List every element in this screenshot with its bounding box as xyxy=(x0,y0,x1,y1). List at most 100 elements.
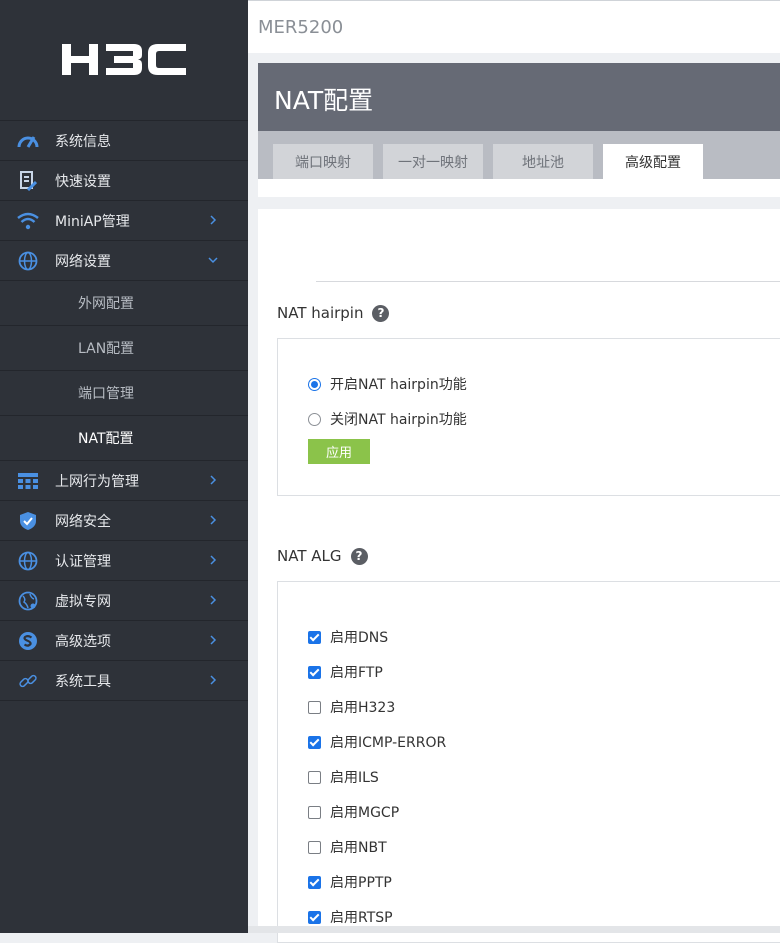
alg-icmp-error-checkbox[interactable]: 启用ICMP-ERROR xyxy=(308,732,446,752)
sidebar-subitem-wan-config[interactable]: 外网配置 xyxy=(0,280,248,325)
alg-panel: 启用DNS 启用FTP 启用H323 启用ICMP-ERROR 启用ILS 启用… xyxy=(277,581,780,943)
globe-auth-icon xyxy=(17,550,39,572)
tab-port-mapping[interactable]: 端口映射 xyxy=(273,144,373,179)
top-bar: MER5200 xyxy=(248,0,780,53)
sidebar-item-behavior-management[interactable]: 上网行为管理 xyxy=(0,460,248,500)
sidebar-item-label: 网络设置 xyxy=(55,253,111,270)
sidebar-item-label: 认证管理 xyxy=(55,553,111,570)
shield-icon xyxy=(17,510,39,532)
alg-dns-checkbox[interactable]: 启用DNS xyxy=(308,627,388,647)
sidebar-item-label: 高级选项 xyxy=(55,633,111,650)
checkbox-label: 启用DNS xyxy=(330,630,389,646)
alg-h323-checkbox[interactable]: 启用H323 xyxy=(308,697,395,717)
sidebar-item-system-info[interactable]: 系统信息 xyxy=(0,120,248,160)
sidebar-subitem-nat-config[interactable]: NAT配置 xyxy=(0,415,248,460)
radio-label: 开启NAT hairpin功能 xyxy=(330,377,467,393)
sidebar-item-label: 网络安全 xyxy=(55,513,111,530)
main-content: NAT hairpin ? 开启NAT hairpin功能 关闭NAT hair… xyxy=(258,209,780,943)
h3c-logo[interactable] xyxy=(0,0,248,120)
advanced-s-icon xyxy=(17,630,39,652)
sidebar-item-label: MiniAP管理 xyxy=(55,213,130,230)
checkbox-label: 启用H323 xyxy=(330,700,396,716)
radio-label: 关闭NAT hairpin功能 xyxy=(330,412,467,428)
checkbox[interactable] xyxy=(308,735,321,749)
tab-advanced-config[interactable]: 高级配置 xyxy=(603,144,703,179)
checkbox-label: 启用FTP xyxy=(330,665,383,681)
checkbox[interactable] xyxy=(308,700,321,714)
sidebar-item-label: 上网行为管理 xyxy=(55,473,139,490)
sidebar-item-quick-setup[interactable]: 快速设置 xyxy=(0,160,248,200)
sidebar-item-auth-management[interactable]: 认证管理 xyxy=(0,540,248,580)
sidebar-subitem-label: 外网配置 xyxy=(78,296,134,312)
tab-label: 高级配置 xyxy=(625,154,681,171)
sidebar-item-miniap[interactable]: MiniAP管理 xyxy=(0,200,248,240)
horizontal-scrollbar[interactable] xyxy=(248,926,780,933)
sidebar-item-network-settings[interactable]: 网络设置 xyxy=(0,240,248,280)
sidebar-item-vpn[interactable]: 虚拟专网 xyxy=(0,580,248,620)
quick-setup-icon xyxy=(17,170,39,192)
sidebar: 系统信息 快速设置 MiniAP管理 网络设置 外网配置 LAN配置 端口管理 … xyxy=(0,0,248,933)
globe-icon xyxy=(17,250,39,272)
checkbox-label: 启用ILS xyxy=(330,770,379,786)
tab-label: 端口映射 xyxy=(295,154,351,171)
alg-mgcp-checkbox[interactable]: 启用MGCP xyxy=(308,802,399,822)
radio-button[interactable] xyxy=(308,377,321,391)
checkbox[interactable] xyxy=(308,665,321,679)
sidebar-item-network-security[interactable]: 网络安全 xyxy=(0,500,248,540)
alg-nbt-checkbox[interactable]: 启用NBT xyxy=(308,837,387,857)
sidebar-item-label: 快速设置 xyxy=(55,173,111,190)
page-title: NAT配置 xyxy=(274,86,374,115)
chevron-right-icon xyxy=(210,675,217,685)
sidebar-subitem-label: NAT配置 xyxy=(78,431,134,447)
hairpin-enable-radio[interactable]: 开启NAT hairpin功能 xyxy=(308,374,467,394)
alg-section-title: NAT ALG ? xyxy=(277,547,368,565)
sidebar-menu: 系统信息 快速设置 MiniAP管理 网络设置 外网配置 LAN配置 端口管理 … xyxy=(0,120,248,701)
chevron-right-icon xyxy=(210,555,217,565)
alg-ftp-checkbox[interactable]: 启用FTP xyxy=(308,662,383,682)
chevron-down-icon xyxy=(208,257,218,264)
sidebar-item-label: 系统工具 xyxy=(55,673,111,690)
wifi-icon xyxy=(17,210,39,232)
chevron-right-icon xyxy=(210,215,217,225)
checkbox[interactable] xyxy=(308,840,321,854)
page-header: NAT配置 端口映射 一对一映射 地址池 高级配置 xyxy=(258,63,780,179)
chevron-right-icon xyxy=(210,475,217,485)
tab-label: 地址池 xyxy=(522,154,564,171)
alg-rtsp-checkbox[interactable]: 启用RTSP xyxy=(308,907,393,927)
header-foot xyxy=(258,179,780,197)
tools-link-icon xyxy=(17,670,39,692)
checkbox[interactable] xyxy=(308,630,321,644)
checkbox-label: 启用PPTP xyxy=(330,875,392,891)
apply-button[interactable]: 应用 xyxy=(308,439,370,464)
sidebar-item-advanced-options[interactable]: 高级选项 xyxy=(0,620,248,660)
sidebar-item-label: 虚拟专网 xyxy=(55,593,111,610)
vpn-globe-icon xyxy=(17,590,39,612)
hairpin-disable-radio[interactable]: 关闭NAT hairpin功能 xyxy=(308,409,467,429)
checkbox-label: 启用MGCP xyxy=(330,805,400,821)
hairpin-panel: 开启NAT hairpin功能 关闭NAT hairpin功能 应用 xyxy=(277,338,780,496)
checkbox[interactable] xyxy=(308,910,321,924)
chevron-right-icon xyxy=(210,595,217,605)
alg-title-text: NAT ALG xyxy=(277,547,342,565)
help-icon[interactable]: ? xyxy=(350,547,368,565)
sidebar-item-system-tools[interactable]: 系统工具 xyxy=(0,660,248,700)
checkbox[interactable] xyxy=(308,875,321,889)
sidebar-subitem-label: 端口管理 xyxy=(78,386,134,402)
checkbox-label: 启用ICMP-ERROR xyxy=(330,735,447,751)
radio-button[interactable] xyxy=(308,412,321,426)
chevron-right-icon xyxy=(210,635,217,645)
tab-address-pool[interactable]: 地址池 xyxy=(493,144,593,179)
checkbox[interactable] xyxy=(308,805,321,819)
alg-pptp-checkbox[interactable]: 启用PPTP xyxy=(308,872,392,892)
h3c-logo-mark xyxy=(62,44,186,75)
sidebar-subitem-port-management[interactable]: 端口管理 xyxy=(0,370,248,415)
device-name: MER5200 xyxy=(258,17,344,38)
help-icon[interactable]: ? xyxy=(372,304,390,322)
hairpin-section-title: NAT hairpin ? xyxy=(277,304,390,322)
alg-ils-checkbox[interactable]: 启用ILS xyxy=(308,767,379,787)
checkbox[interactable] xyxy=(308,770,321,784)
tab-one-to-one-mapping[interactable]: 一对一映射 xyxy=(383,144,483,179)
sidebar-subitem-lan-config[interactable]: LAN配置 xyxy=(0,325,248,370)
divider xyxy=(316,281,780,282)
hairpin-title-text: NAT hairpin xyxy=(277,304,364,322)
